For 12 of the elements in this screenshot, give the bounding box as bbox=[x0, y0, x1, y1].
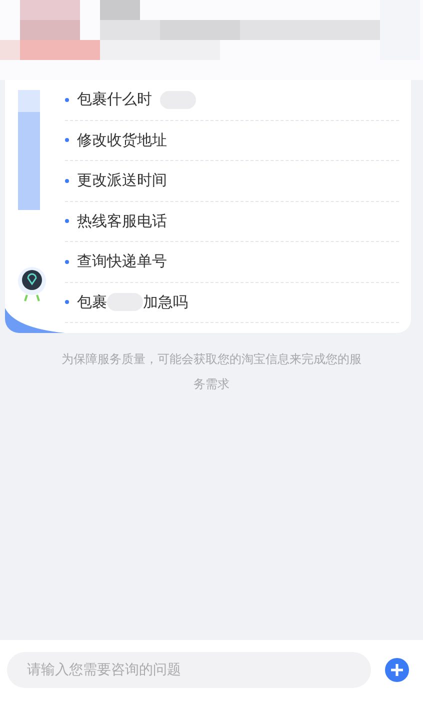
question-link[interactable]: 加急吗 bbox=[143, 292, 188, 312]
question-link[interactable]: 包裹什么时 bbox=[77, 90, 152, 110]
question-link[interactable]: 更改派送时间 bbox=[77, 171, 167, 190]
question-input[interactable]: 请输入您需要咨询的问题 bbox=[7, 652, 371, 688]
question-link[interactable]: 包裹 bbox=[77, 292, 107, 312]
question-link[interactable]: 查询快递单号 bbox=[77, 252, 167, 272]
add-icon[interactable] bbox=[385, 658, 409, 682]
question-link[interactable]: 热线客服电话 bbox=[77, 212, 167, 231]
wave-shape-drawing bbox=[5, 308, 65, 333]
privacy-notice: 为保障服务质量，可能会获取您的淘宝信息来完成您的服务需求 bbox=[60, 351, 362, 393]
question-link[interactable]: 修改收货地址 bbox=[77, 130, 167, 150]
robot-icon bbox=[15, 266, 49, 302]
